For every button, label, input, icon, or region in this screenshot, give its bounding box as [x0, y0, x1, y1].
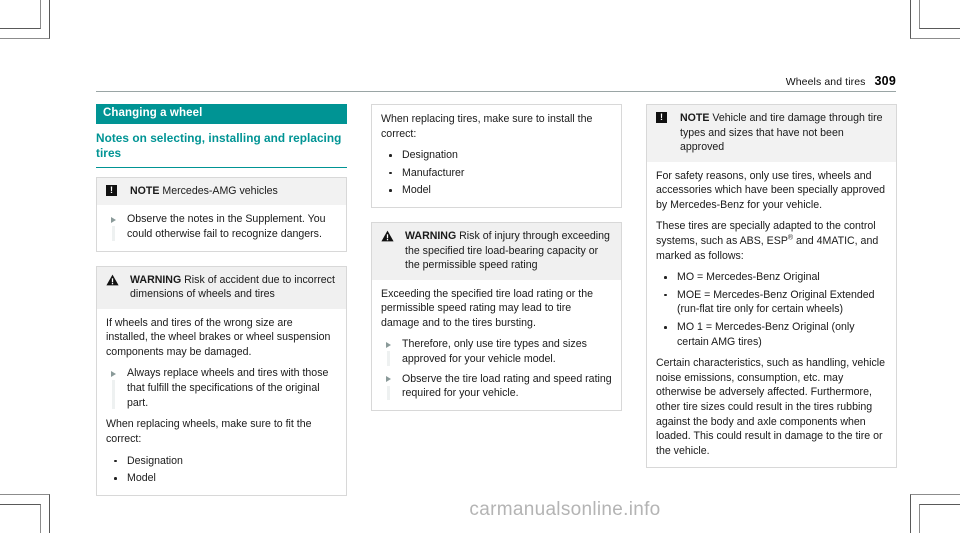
list-item: Designation — [381, 148, 612, 163]
section-title-bar: Changing a wheel — [96, 104, 347, 125]
warning-triangle-icon — [381, 229, 398, 242]
tire-replacement-body: When replacing tires, make sure to insta… — [372, 105, 621, 207]
list-item: Observe the tire load rating and speed r… — [381, 372, 612, 401]
warning-box-header-text: WARNING Risk of injury through exceeding… — [405, 229, 612, 273]
crop-mark-top-right-2 — [910, 0, 960, 39]
running-header-title: Wheels and tires — [785, 76, 866, 88]
warning-box-body: Exceeding the specified tire load rating… — [372, 280, 621, 410]
note-label: NOTE — [680, 112, 710, 124]
note-box-amg: ! NOTE Mercedes-AMG vehicles Observe the… — [96, 176, 347, 252]
list-item: MOE = Mercedes-Benz Original Extended (r… — [656, 288, 887, 317]
warning-action-list: Always replace wheels and tires with tho… — [106, 366, 337, 410]
warning-label: WARNING — [405, 230, 457, 243]
crop-mark-top-left-2 — [0, 0, 50, 39]
note-head-rest: Vehicle and tire damage through tire typ… — [680, 112, 883, 153]
right-column: ! NOTE Vehicle and tire damage through t… — [646, 104, 897, 482]
list-item: Model — [106, 471, 337, 486]
list-item: Manufacturer — [381, 166, 612, 181]
list-item: Designation — [106, 454, 337, 469]
note-box-header: ! NOTE Vehicle and tire damage through t… — [647, 105, 896, 162]
warning-label: WARNING — [130, 273, 182, 286]
page-running-header: Wheels and tires 309 — [96, 70, 896, 92]
note-box-header-text: NOTE Mercedes-AMG vehicles — [130, 184, 278, 199]
note-box-header: ! NOTE Mercedes-AMG vehicles — [97, 177, 346, 206]
wheel-attribute-list: Designation Model — [106, 454, 337, 486]
page-number: 309 — [874, 74, 896, 88]
subsection-title: Notes on selecting, installing and repla… — [96, 131, 342, 161]
list-item: Model — [381, 183, 612, 198]
middle-column: When replacing tires, make sure to insta… — [371, 104, 622, 425]
left-column: Changing a wheel Notes on selecting, ins… — [96, 104, 347, 510]
list-item: MO 1 = Mercedes-Benz Original (only cert… — [656, 320, 887, 349]
note-box-approved-tires: ! NOTE Vehicle and tire damage through t… — [646, 104, 897, 469]
tire-attribute-list: Designation Manufacturer Model — [381, 148, 612, 198]
warning-box-header-text: WARNING Risk of accident due to incorrec… — [130, 273, 337, 302]
tire-replacement-box: When replacing tires, make sure to insta… — [371, 104, 622, 209]
page-columns: Changing a wheel Notes on selecting, ins… — [96, 104, 897, 510]
site-watermark: carmanualsonline.info — [469, 499, 661, 520]
warning-box-header: WARNING Risk of accident due to incorrec… — [97, 266, 346, 309]
warning-triangle-icon — [106, 273, 123, 286]
note-icon: ! — [656, 111, 673, 123]
note-box-body: Observe the notes in the Supplement. You… — [97, 205, 346, 250]
warning-paragraph-1: Exceeding the specified tire load rating… — [381, 287, 594, 329]
warning-box-header: WARNING Risk of injury through exceeding… — [372, 223, 621, 280]
warning-action-list: Therefore, only use tire types and sizes… — [381, 337, 612, 401]
warning-box-load-rating: WARNING Risk of injury through exceeding… — [371, 222, 622, 411]
list-item: Always replace wheels and tires with tho… — [106, 366, 337, 410]
note-paragraph-3: Certain characteristics, such as handlin… — [656, 357, 886, 457]
teal-divider — [96, 166, 347, 168]
note-paragraph-1: For safety reasons, only use tires, whee… — [656, 169, 886, 211]
warning-box-wheel-dimensions: WARNING Risk of accident due to incorrec… — [96, 265, 347, 496]
list-item: Therefore, only use tire types and sizes… — [381, 337, 612, 366]
warning-paragraph-2: When replacing wheels, make sure to fit … — [106, 418, 312, 445]
note-box-header-text: NOTE Vehicle and tire damage through tir… — [680, 111, 887, 155]
list-item: Observe the notes in the Supplement. You… — [106, 212, 337, 241]
note-box-body: For safety reasons, only use tires, whee… — [647, 162, 896, 468]
note-action-list: Observe the notes in the Supplement. You… — [106, 212, 337, 241]
warning-paragraph-1: If wheels and tires of the wrong size ar… — [106, 316, 331, 358]
list-item: MO = Mercedes-Benz Original — [656, 270, 887, 285]
note-label: NOTE — [130, 184, 160, 197]
note-icon: ! — [106, 184, 123, 196]
note-head-rest: Mercedes-AMG vehicles — [159, 184, 278, 197]
tire-replacement-paragraph: When replacing tires, make sure to insta… — [381, 113, 593, 140]
tire-marking-list: MO = Mercedes-Benz Original MOE = Merced… — [656, 270, 887, 349]
note-paragraph-2: These tires are specially adapted to the… — [656, 219, 887, 263]
warning-box-body: If wheels and tires of the wrong size ar… — [97, 309, 346, 495]
